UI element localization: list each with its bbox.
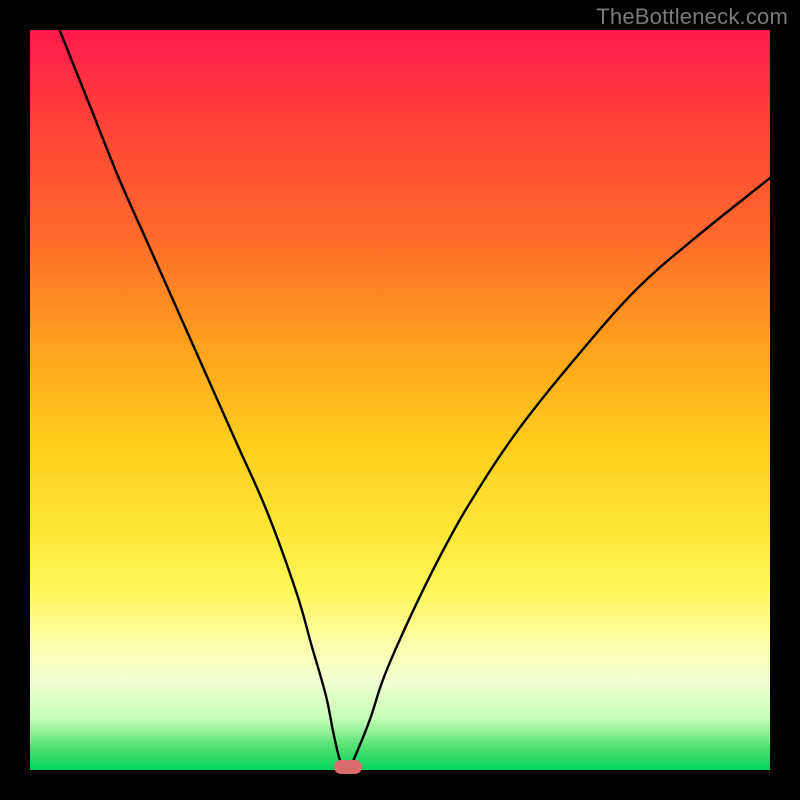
chart-frame: TheBottleneck.com — [0, 0, 800, 800]
plot-area — [30, 30, 770, 770]
optimum-marker — [334, 760, 362, 774]
bottleneck-curve — [30, 30, 770, 770]
watermark-text: TheBottleneck.com — [596, 4, 788, 30]
